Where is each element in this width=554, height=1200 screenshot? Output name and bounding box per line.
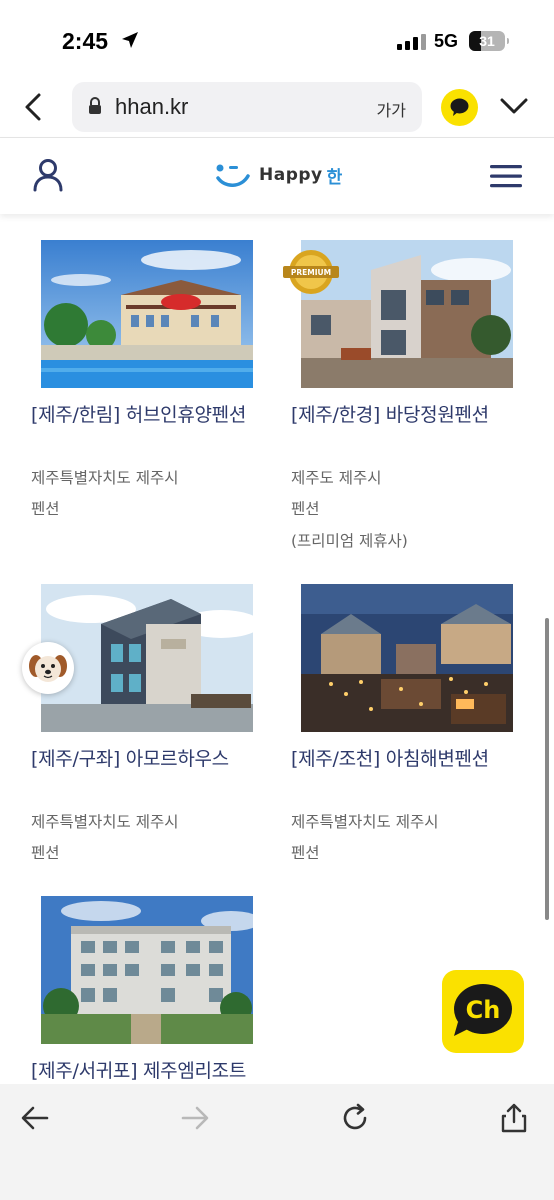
listing-title[interactable]: [제주/조천] 아침해변펜션 [291,744,551,771]
listing-type: 펜션 [291,844,320,862]
url-field[interactable]: hhan.kr 가가 [72,82,422,132]
browser-toolbar [0,1084,554,1200]
listing-title[interactable]: [제주/서귀포] 제주엠리조트 [31,1056,291,1083]
text-size-button[interactable]: 가가 [377,97,406,121]
browser-address-bar: hhan.kr 가가 [0,80,554,136]
listing-title[interactable]: [제주/한림] 허브인휴양펜션 [31,400,291,427]
premium-badge-text: PREMIUM [291,268,331,277]
battery-icon: 31 [469,31,509,51]
user-icon[interactable] [32,158,64,192]
listing-type: 펜션 [291,500,320,518]
scrollbar[interactable] [545,618,549,920]
listing-region: 제주특별자치도 제주시 [31,469,179,487]
listing-region: 제주도 제주시 [291,469,382,487]
listing-type: 펜션 [31,844,60,862]
site-logo[interactable]: Happy 한 [215,160,342,190]
chevron-down-icon[interactable] [499,96,529,116]
listing-photo[interactable] [41,896,253,1044]
arrow-right-icon[interactable] [179,1102,211,1134]
site-header: Happy 한 [0,138,554,214]
listing-title[interactable]: [제주/한경] 바당정원펜션 [291,400,551,427]
status-time: 2:45 [62,28,109,54]
dog-mascot-icon[interactable] [22,642,74,694]
listing-title[interactable]: [제주/구좌] 아모르하우스 [31,744,291,771]
signal-icon [397,34,426,50]
back-chevron-icon[interactable] [20,92,46,122]
share-icon[interactable] [498,1102,530,1134]
battery-level: 31 [479,33,495,49]
url-text: hhan.kr [115,94,189,119]
status-bar: 2:45 5G 31 [0,0,554,80]
channel-chat-label: Ch [466,996,501,1024]
arrow-left-icon[interactable] [19,1102,51,1134]
listing-photo[interactable] [41,240,253,388]
listing-note: (프리미엄 제휴사) [291,532,408,550]
hamburger-menu-icon[interactable] [490,164,522,188]
channel-chat-button[interactable]: Ch [442,970,524,1053]
listing-photo[interactable] [301,584,513,732]
logo-suffix: 한 [326,167,343,188]
listing-region: 제주특별자치도 제주시 [291,813,439,831]
smile-logo-icon [216,164,250,187]
location-arrow-icon [122,32,138,48]
lock-icon [89,97,101,114]
logo-text: Happy [259,165,323,185]
listing-type: 펜션 [31,500,60,518]
kakao-talk-icon[interactable] [441,89,478,126]
network-type: 5G [434,31,459,51]
listing-region: 제주특별자치도 제주시 [31,813,179,831]
premium-badge-icon: PREMIUM [283,250,339,294]
reload-icon[interactable] [339,1102,371,1134]
listing-grid: [제주/한림] 허브인휴양펜션 제주특별자치도 제주시 펜션 PREMIUM [… [0,214,554,1084]
